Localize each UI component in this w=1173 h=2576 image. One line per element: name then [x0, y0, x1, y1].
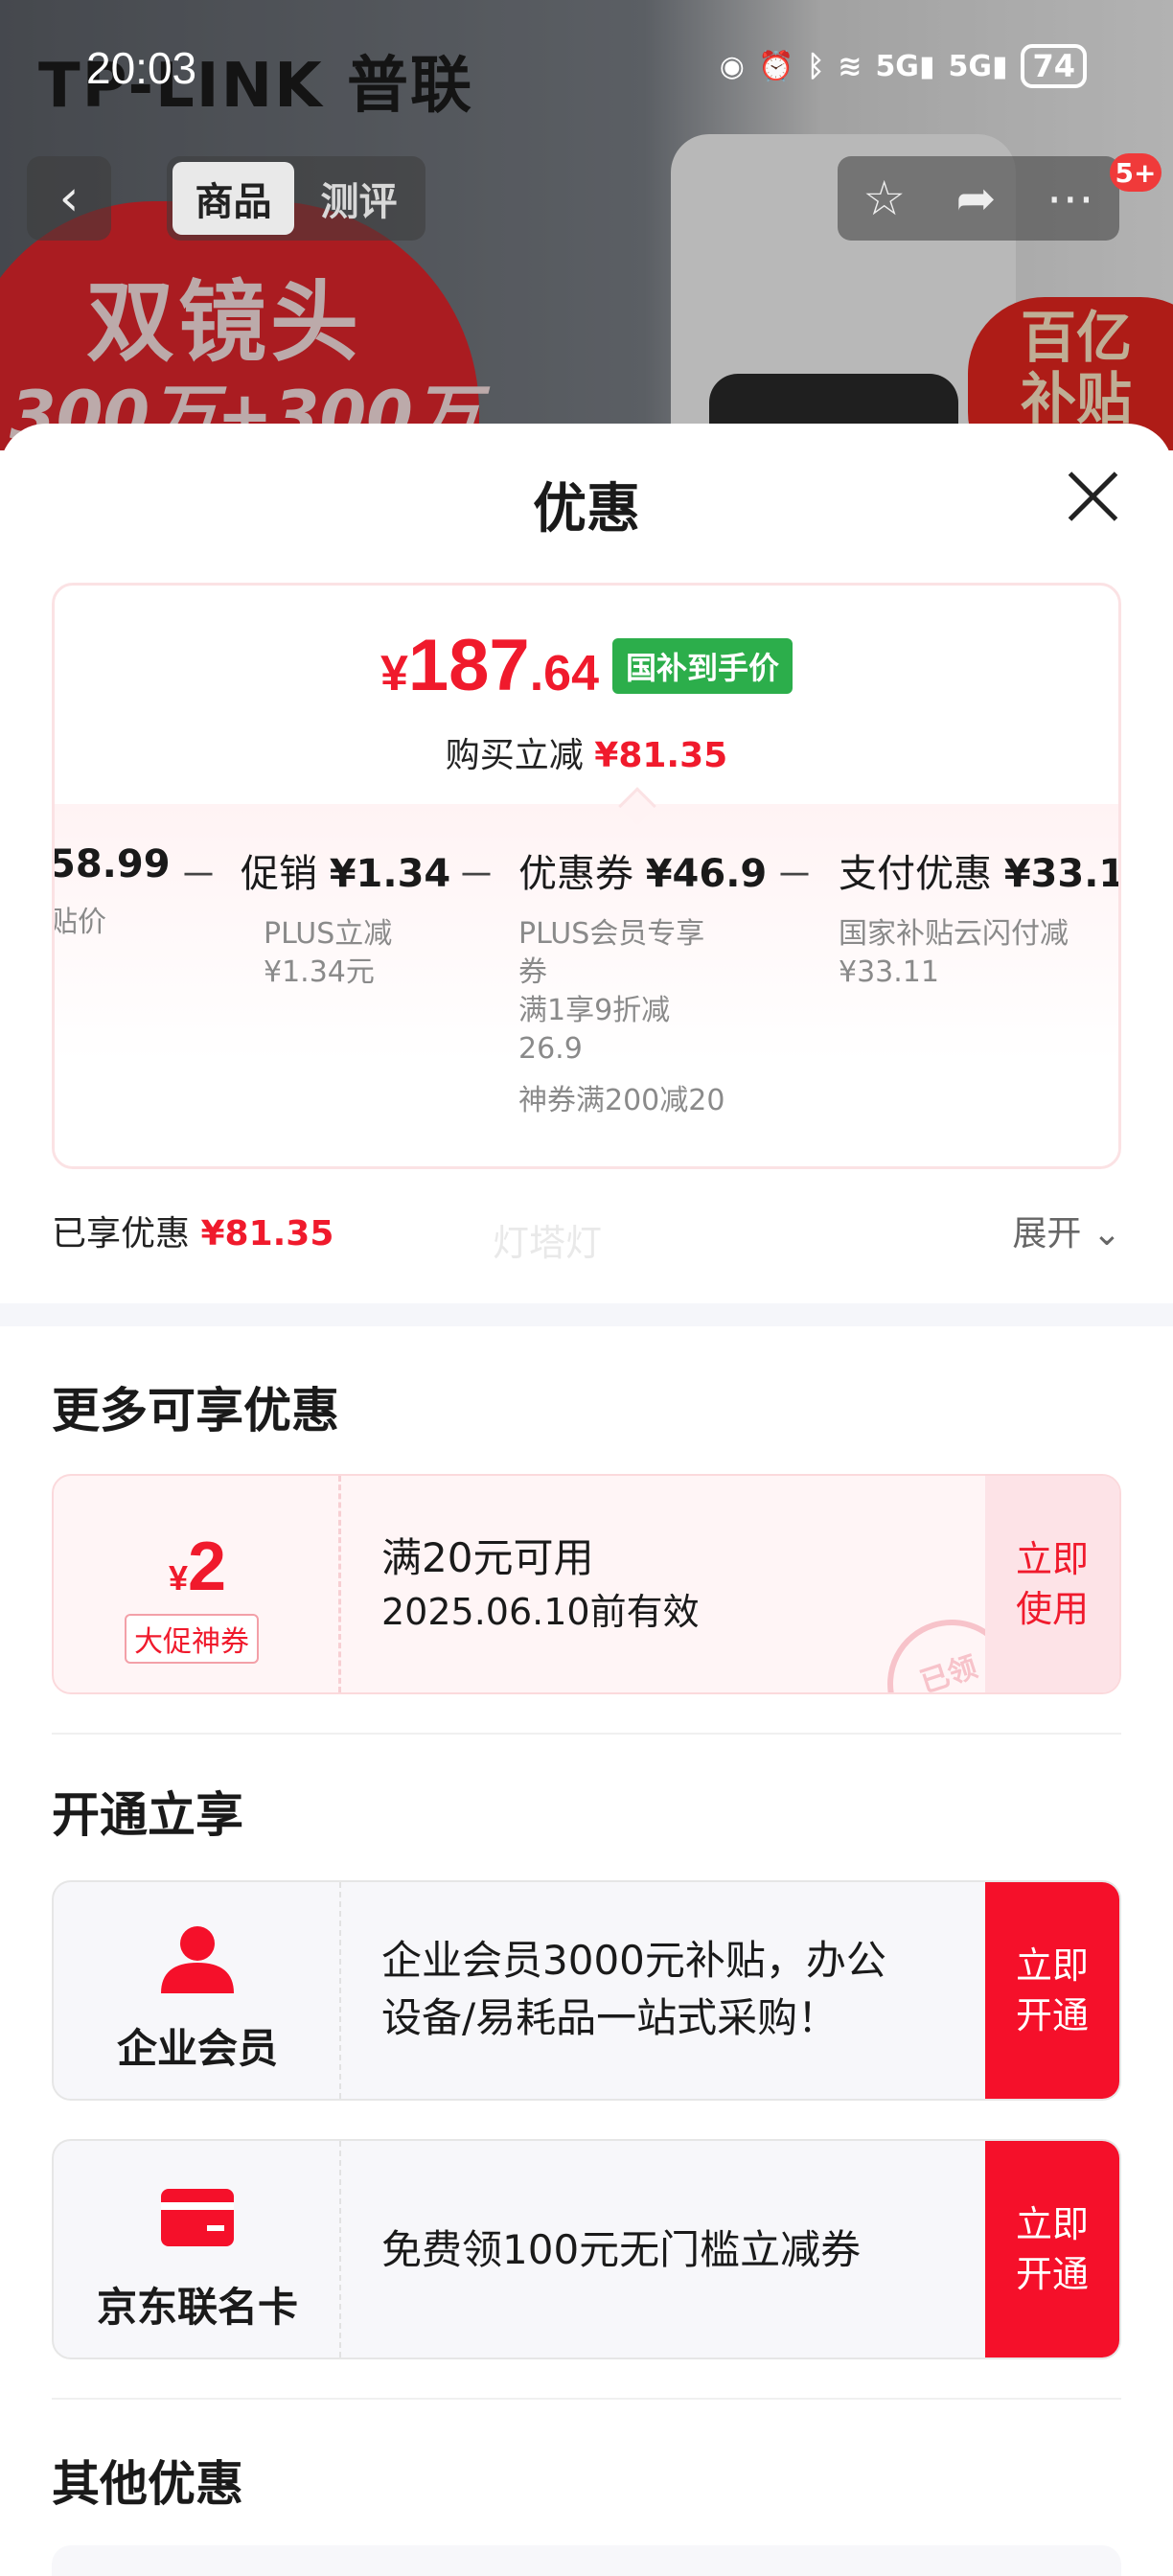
- background-ghost-text: 灯塔灯: [493, 1222, 603, 1264]
- open-benefits-title: 开通立享: [52, 1787, 243, 1843]
- final-price-row: ¥187.64 国补到手价: [55, 624, 1118, 707]
- final-price: ¥187.64: [380, 625, 599, 706]
- coupon-expiry: 2025.06.10前有效: [381, 1591, 700, 1633]
- minus-sign: －: [179, 854, 218, 898]
- tab-review[interactable]: 测评: [298, 162, 420, 235]
- eye-icon: ◉: [719, 49, 745, 83]
- subsidy-price-tag: 国补到手价: [612, 637, 794, 694]
- next-card-peek: [52, 2545, 1121, 2576]
- use-coupon-button[interactable]: 立即 使用: [985, 1476, 1119, 1692]
- wifi-icon: ≋: [838, 49, 862, 83]
- instant-saving: 购买立减 ¥81.35: [445, 736, 728, 775]
- more-discounts-title: 更多可享优惠: [52, 1383, 339, 1438]
- open-enterprise-button[interactable]: 立即 开通: [985, 1882, 1119, 2099]
- breakdown-payment: 支付优惠 ¥33.11 国家补贴云闪付减¥33.11: [839, 852, 1118, 989]
- coupon-left: ¥2 大促神券: [54, 1476, 341, 1692]
- card-description: 企业会员3000元补贴，办公 设备/易耗品一站式采购！: [381, 1937, 886, 2041]
- promo-coupon: ¥2 大促神券 满20元可用 2025.06.10前有效 已领 立即 使用: [52, 1474, 1121, 1694]
- star-icon[interactable]: ☆: [862, 171, 906, 226]
- close-icon[interactable]: [1064, 468, 1121, 525]
- status-icons: ◉ ⏰ ᛒ ≋ 5G▮ 5G▮ 74: [720, 44, 1087, 88]
- open-cobrand-button[interactable]: 立即 开通: [985, 2141, 1119, 2358]
- credit-card-icon: [161, 2189, 234, 2246]
- more-icon[interactable]: ⋯: [1046, 171, 1094, 226]
- expand-button[interactable]: 展开 ⌄: [1012, 1206, 1121, 1255]
- person-icon: [161, 1926, 234, 1993]
- coupon-type-tag: 大促神券: [125, 1614, 259, 1664]
- card-description: 免费领100元无门槛立减券: [381, 2226, 862, 2273]
- nav-actions: ☆ ➦ ⋯: [838, 156, 1119, 241]
- card-left: 京东联名卡: [54, 2141, 341, 2358]
- price-summary-card: ¥187.64 国补到手价 购买立减 ¥81.35 58.99 贴价 － 促销 …: [52, 583, 1121, 1169]
- bluetooth-icon: ᛒ: [807, 49, 825, 83]
- enjoyed-discount: 已享优惠 ¥81.35: [52, 1214, 334, 1254]
- other-discounts-title: 其他优惠: [52, 2456, 243, 2512]
- minus-sign: －: [775, 854, 814, 898]
- minus-sign: －: [457, 854, 495, 898]
- card-left: 企业会员: [54, 1882, 341, 2099]
- battery-icon: 74: [1021, 44, 1087, 88]
- status-bar: 20:03 ◉ ⏰ ᛒ ≋ 5G▮ 5G▮ 74: [0, 0, 1173, 134]
- card-label: 企业会员: [116, 2025, 278, 2072]
- enterprise-member-card: 企业会员 企业会员3000元补贴，办公 设备/易耗品一站式采购！ 立即 开通: [52, 1880, 1121, 2101]
- chevron-down-icon: ⌄: [1092, 1214, 1121, 1254]
- signal-icon-2: 5G▮: [948, 49, 1008, 83]
- coupon-details: 满20元可用 2025.06.10前有效: [381, 1531, 700, 1639]
- product-tabs: 商品 测评: [167, 156, 426, 241]
- price-breakdown: 58.99 贴价 － 促销 ¥1.34 PLUS立减 ¥1.34元 － 优惠券 ¥…: [52, 842, 1118, 1159]
- breakdown-coupon: 优惠券 ¥46.9 PLUS会员专享 券 满1享9折减 26.9 神券满200减…: [518, 852, 768, 1117]
- card-label: 京东联名卡: [96, 2284, 298, 2331]
- sheet-title: 优惠: [533, 478, 640, 540]
- alarm-icon: ⏰: [757, 49, 794, 83]
- breakdown-promotion: 促销 ¥1.34 PLUS立减 ¥1.34元: [241, 852, 451, 989]
- jd-cobrand-card: 京东联名卡 免费领100元无门槛立减券 立即 开通: [52, 2139, 1121, 2359]
- message-count-badge: 5+: [1110, 153, 1162, 192]
- divider: [52, 1733, 1121, 1735]
- divider: [52, 2398, 1121, 2400]
- coupon-amount: ¥2: [168, 1529, 227, 1605]
- tab-product[interactable]: 商品: [172, 162, 294, 235]
- signal-icon-1: 5G▮: [875, 49, 935, 83]
- section-divider: [0, 1303, 1173, 1326]
- status-time: 20:03: [86, 43, 197, 93]
- back-button[interactable]: ‹: [27, 156, 111, 241]
- discount-sheet: 优惠 ¥187.64 国补到手价 购买立减 ¥81.35 58.99 贴价 － …: [0, 424, 1173, 2576]
- coupon-condition: 满20元可用: [381, 1534, 594, 1581]
- share-icon[interactable]: ➦: [955, 171, 996, 226]
- chevron-left-icon: ‹: [58, 170, 80, 227]
- breakdown-base-price: 58.99 贴价: [52, 842, 171, 939]
